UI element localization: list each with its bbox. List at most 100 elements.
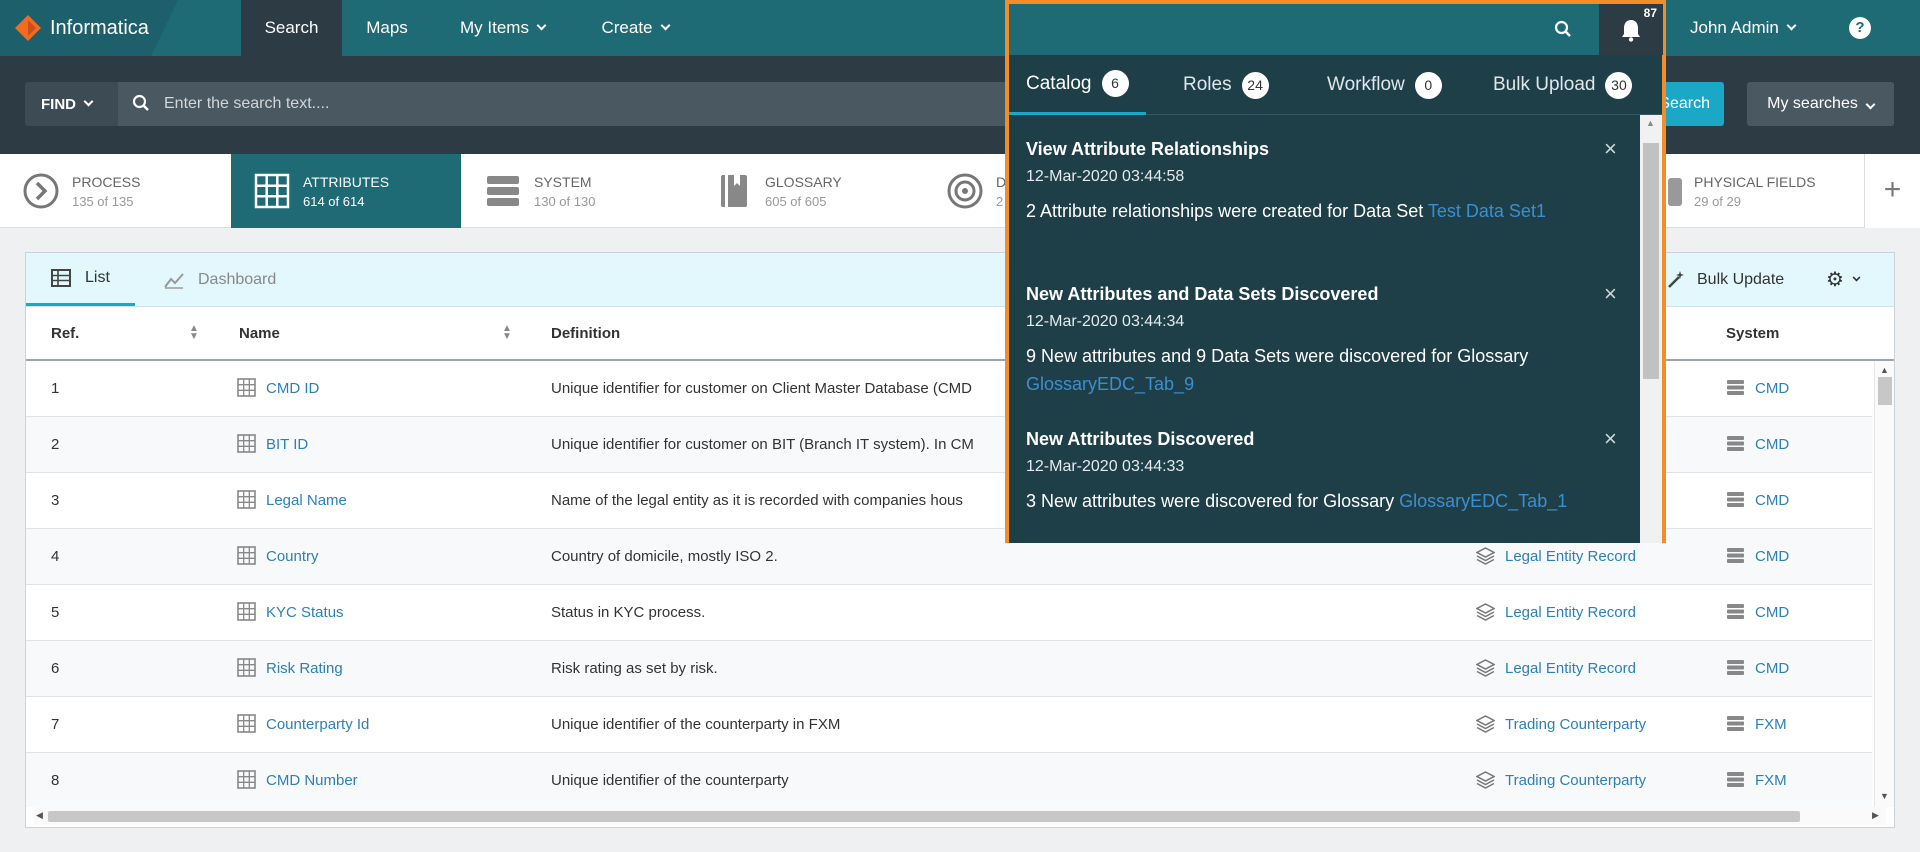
add-category-button[interactable]: + [1864, 154, 1920, 228]
system-link[interactable]: FXM [1755, 772, 1787, 789]
tab-catalog[interactable]: Catalog 6 [1009, 55, 1146, 115]
system-link[interactable]: CMD [1755, 436, 1789, 453]
notification-link[interactable]: Test Data Set1 [1428, 201, 1546, 221]
system-link[interactable]: CMD [1755, 660, 1789, 677]
table-row[interactable]: 5 KYC Status Status in KYC process. Legal E… [26, 585, 1872, 641]
tab-dashboard[interactable]: Dashboard [164, 253, 276, 306]
nav-create-label: Create [601, 18, 653, 37]
notification-body: 3 New attributes were discovered for Glo… [1026, 487, 1586, 515]
data-set-link[interactable]: Legal Entity Record [1505, 548, 1636, 565]
system-link[interactable]: CMD [1755, 380, 1789, 397]
tab-workflow[interactable]: Workflow 0 [1327, 55, 1442, 115]
scroll-right-icon[interactable]: ▶ [1872, 810, 1879, 821]
notification-link[interactable]: GlossaryEDC_Tab_9 [1026, 374, 1194, 394]
tab-label: Roles [1183, 74, 1232, 95]
col-system[interactable]: System [1726, 307, 1779, 361]
data-set-link[interactable]: Trading Counterparty [1505, 716, 1646, 733]
table-icon [237, 658, 266, 677]
process-chevron-icon [23, 173, 59, 209]
tab-list[interactable]: List [26, 253, 135, 306]
nav-my-items[interactable]: My Items [440, 0, 565, 56]
category-label: GLOSSARY [765, 173, 842, 190]
notification-title: New Attributes Discovered [1026, 429, 1255, 449]
nav-create[interactable]: Create [585, 0, 685, 56]
my-searches-button[interactable]: My searches [1747, 82, 1894, 126]
line-chart-icon [164, 272, 184, 289]
server-stack-icon [1726, 492, 1755, 509]
category-process[interactable]: PROCESS 135 of 135 [0, 154, 230, 228]
table-row[interactable]: 7 Counterparty Id Unique identifier of the… [26, 697, 1872, 753]
brand-logo[interactable]: Informatica [0, 0, 178, 56]
nav-maps-label: Maps [366, 18, 408, 37]
notification-item: New Attributes and Data Sets Discovered … [1026, 283, 1617, 398]
cell-data-set: Trading Counterparty [1476, 697, 1646, 753]
scrollbar-thumb[interactable] [1643, 143, 1659, 379]
system-link[interactable]: CMD [1755, 604, 1789, 621]
search-icon[interactable] [1554, 20, 1572, 38]
tab-bulk-upload[interactable]: Bulk Upload 30 [1493, 55, 1633, 115]
horizontal-scrollbar[interactable]: ◀ ▶ [34, 807, 1886, 825]
chevron-down-icon [660, 20, 670, 31]
nav-search[interactable]: Search [241, 0, 342, 56]
category-physical-fields[interactable]: PHYSICAL FIELDS 29 of 29 [1640, 154, 1864, 228]
cell-ref: 1 [51, 380, 60, 397]
notification-link[interactable]: GlossaryEDC_Tab_1 [1399, 491, 1567, 511]
search-placeholder: Enter the search text.... [164, 95, 330, 112]
close-icon[interactable]: × [1604, 283, 1617, 305]
col-definition[interactable]: Definition [551, 307, 620, 361]
table-row[interactable]: 8 CMD Number Unique identifier of the coun… [26, 753, 1872, 807]
book-icon [721, 175, 747, 207]
data-set-link[interactable]: Legal Entity Record [1505, 660, 1636, 677]
attribute-link[interactable]: Legal Name [266, 492, 347, 509]
attribute-link[interactable]: Counterparty Id [266, 716, 369, 733]
cell-data-set: Legal Entity Record [1476, 641, 1636, 697]
cell-name: Counterparty Id [237, 697, 369, 753]
attribute-link[interactable]: Country [266, 548, 319, 565]
system-link[interactable]: FXM [1755, 716, 1787, 733]
category-glossary[interactable]: GLOSSARY 605 of 605 [693, 154, 923, 228]
system-link[interactable]: CMD [1755, 548, 1789, 565]
data-set-link[interactable]: Legal Entity Record [1505, 604, 1636, 621]
attribute-link[interactable]: CMD Number [266, 772, 358, 789]
nav-maps[interactable]: Maps [342, 0, 432, 56]
cell-name: CMD Number [237, 753, 358, 807]
chevron-down-icon [1852, 273, 1861, 281]
attribute-link[interactable]: KYC Status [266, 604, 344, 621]
col-name[interactable]: Name [239, 307, 280, 361]
cell-ref: 8 [51, 772, 60, 789]
category-label: ATTRIBUTES [303, 173, 390, 190]
tab-roles[interactable]: Roles 24 [1183, 55, 1269, 115]
sort-icon[interactable]: ▲ ▼ [189, 324, 199, 342]
close-icon[interactable]: × [1604, 428, 1617, 450]
settings-menu[interactable]: ⚙ [1826, 253, 1861, 306]
table-row[interactable]: 6 Risk Rating Risk rating as set by risk. L… [26, 641, 1872, 697]
cell-ref: 2 [51, 436, 60, 453]
popup-scrollbar[interactable]: ▲ [1640, 115, 1662, 543]
find-dropdown[interactable]: FIND [25, 82, 118, 126]
data-set-link[interactable]: Trading Counterparty [1505, 772, 1646, 789]
server-stack-icon [1726, 436, 1755, 453]
close-icon[interactable]: × [1604, 138, 1617, 160]
attribute-link[interactable]: CMD ID [266, 380, 319, 397]
attribute-link[interactable]: BIT ID [266, 436, 308, 453]
system-link[interactable]: CMD [1755, 492, 1789, 509]
vertical-scrollbar[interactable]: ▲ ▼ [1874, 361, 1894, 807]
user-menu[interactable]: John Admin [1690, 0, 1797, 56]
bulk-update-button[interactable]: Bulk Update [1666, 253, 1784, 306]
notifications-bell-button[interactable]: 87 [1599, 4, 1663, 55]
scroll-up-icon[interactable]: ▲ [1880, 365, 1889, 375]
category-attributes[interactable]: ATTRIBUTES 614 of 614 [231, 154, 461, 228]
scrollbar-thumb[interactable] [1878, 377, 1892, 405]
count-badge: 6 [1101, 70, 1129, 97]
sort-icon[interactable]: ▲ ▼ [502, 324, 512, 342]
scroll-left-icon[interactable]: ◀ [36, 810, 43, 821]
scroll-up-icon[interactable]: ▲ [1646, 118, 1655, 128]
scroll-down-icon[interactable]: ▼ [1880, 791, 1889, 801]
server-stack-icon [487, 176, 519, 206]
scrollbar-thumb[interactable] [48, 811, 1800, 822]
col-ref[interactable]: Ref. [51, 307, 79, 361]
category-system[interactable]: SYSTEM 130 of 130 [462, 154, 692, 228]
help-icon[interactable]: ? [1849, 17, 1871, 39]
attribute-link[interactable]: Risk Rating [266, 660, 343, 677]
server-stack-icon [1726, 660, 1755, 677]
